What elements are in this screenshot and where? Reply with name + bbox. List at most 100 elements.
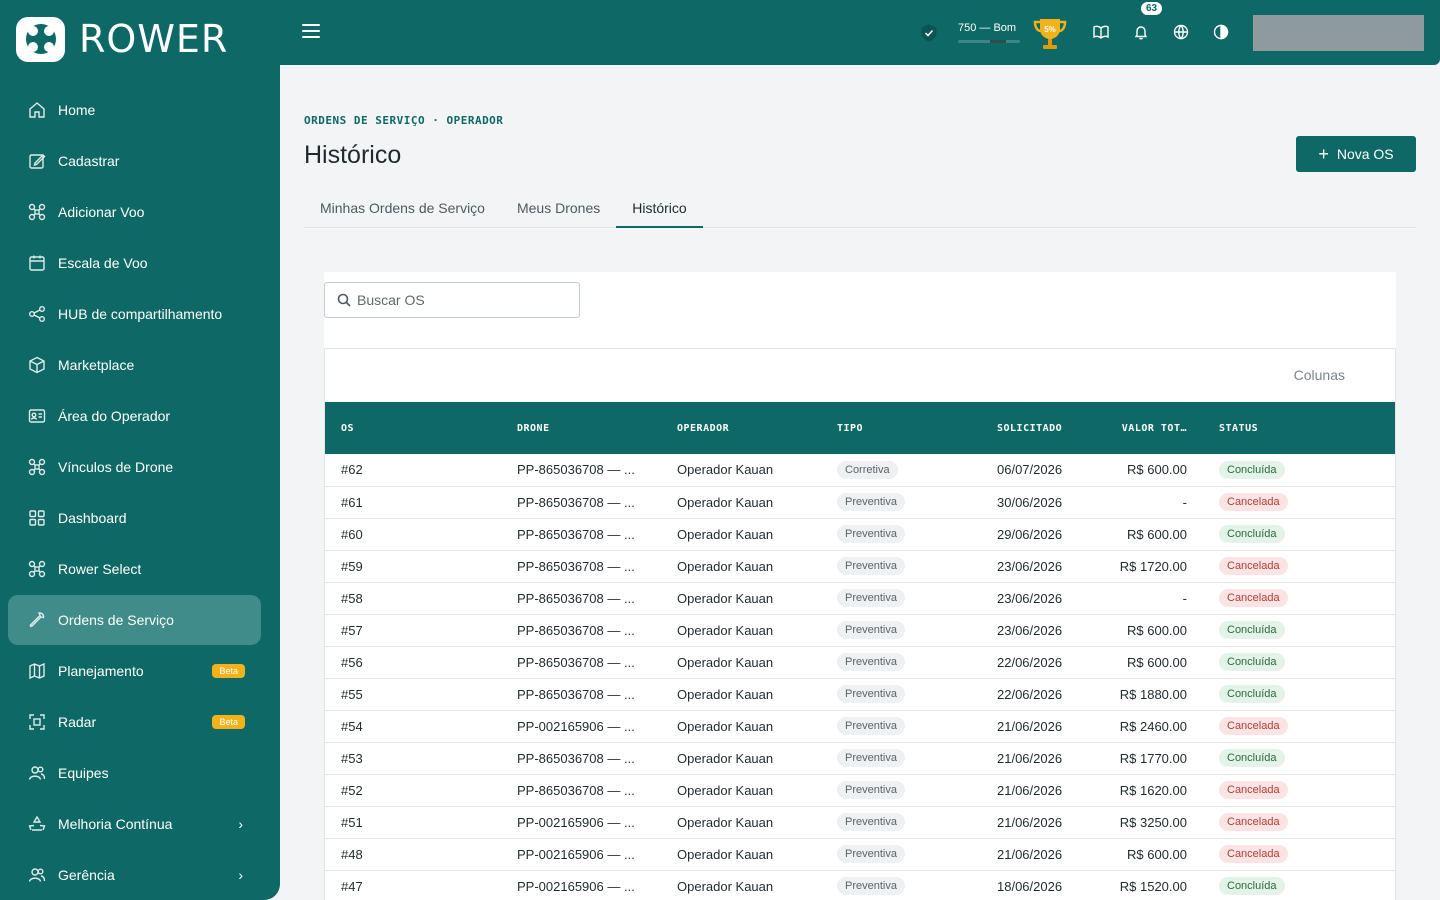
table-row[interactable]: #61 PP-865036708 — ... Operador Kauan Preve… [325, 486, 1395, 518]
tab-minhas-ordens-de-servico[interactable]: Minhas Ordens de Serviço [304, 193, 501, 228]
cell-status: Concluída [1203, 870, 1395, 900]
theme-toggle-icon[interactable] [1213, 24, 1231, 42]
cell-os: #51 [341, 814, 363, 830]
tipo-badge: Preventiva [837, 749, 905, 767]
column-header[interactable]: SOLICITADO [981, 402, 1093, 454]
status-badge: Concluída [1219, 685, 1285, 703]
cell-status: Cancelada [1203, 550, 1395, 582]
cell-drone: PP-002165906 — ... [517, 814, 635, 830]
cell-valor: R$ 1720.00 [1119, 558, 1187, 574]
tab-historico[interactable]: Histórico [616, 193, 703, 228]
cell-solicitado: 18/06/2026 [997, 878, 1063, 894]
beta-badge: Beta [212, 715, 245, 729]
search-icon [337, 293, 351, 307]
column-header[interactable]: OPERADOR [661, 402, 821, 454]
sidebar-item-home[interactable]: Home [8, 85, 261, 135]
table-row[interactable]: #59 PP-865036708 — ... Operador Kauan Preve… [325, 550, 1395, 582]
cell-drone: PP-865036708 — ... [517, 526, 635, 542]
cell-tipo: Preventiva [821, 774, 981, 806]
cell-drone: PP-002165906 — ... [517, 846, 635, 862]
cell-tipo: Preventiva [821, 678, 981, 710]
sidebar-item-rower-select[interactable]: Rower Select [8, 544, 261, 594]
tab-meus-drones[interactable]: Meus Drones [501, 193, 616, 228]
shield-check-icon[interactable] [920, 23, 938, 42]
cell-operador: Operador Kauan [677, 526, 774, 542]
user-menu[interactable] [1253, 14, 1424, 51]
cell-solicitado: 06/07/2026 [997, 462, 1063, 478]
column-header[interactable]: STATUS [1203, 402, 1395, 454]
cell-solicitado: 21/06/2026 [997, 782, 1063, 798]
tipo-badge: Preventiva [837, 845, 905, 863]
table-row[interactable]: #54 PP-002165906 — ... Operador Kauan Preve… [325, 710, 1395, 742]
breadcrumb: ORDENS DE SERVIÇO · OPERADOR [304, 114, 504, 127]
table-row[interactable]: #51 PP-002165906 — ... Operador Kauan Preve… [325, 806, 1395, 838]
table-row[interactable]: #48 PP-002165906 — ... Operador Kauan Preve… [325, 838, 1395, 870]
cell-operador: Operador Kauan [677, 622, 774, 638]
sidebar-item-ordens-de-servico[interactable]: Ordens de Serviço [8, 595, 261, 645]
sidebar-item-marketplace[interactable]: Marketplace [8, 340, 261, 390]
table-row[interactable]: #55 PP-865036708 — ... Operador Kauan Preve… [325, 678, 1395, 710]
table-row[interactable]: #52 PP-865036708 — ... Operador Kauan Preve… [325, 774, 1395, 806]
cell-solicitado: 29/06/2026 [997, 526, 1063, 542]
cell-solicitado: 30/06/2026 [997, 494, 1063, 510]
sidebar-item-radar[interactable]: Radar Beta [8, 697, 261, 747]
cell-valor: R$ 1770.00 [1119, 750, 1187, 766]
score-bar-fill [990, 40, 1006, 43]
cell-valor: - [1182, 494, 1187, 510]
menu-toggle-icon[interactable] [302, 24, 320, 40]
drone-icon [28, 560, 46, 578]
table-row[interactable]: #60 PP-865036708 — ... Operador Kauan Preve… [325, 518, 1395, 550]
status-badge: Concluída [1219, 525, 1285, 543]
sidebar-item-area-do-operador[interactable]: Área do Operador [8, 391, 261, 441]
table-row[interactable]: #53 PP-865036708 — ... Operador Kauan Preve… [325, 742, 1395, 774]
sidebar-item-vinculos-de-drone[interactable]: Vínculos de Drone [8, 442, 261, 492]
sidebar-item-escala-de-voo[interactable]: Escala de Voo [8, 238, 261, 288]
column-header[interactable]: VALOR TOT… [1093, 402, 1203, 454]
sidebar-item-planejamento[interactable]: Planejamento Beta [8, 646, 261, 696]
tipo-badge: Preventiva [837, 781, 905, 799]
cell-tipo: Preventiva [821, 742, 981, 774]
cell-operador: Operador Kauan [677, 846, 774, 862]
book-icon[interactable] [1093, 24, 1111, 42]
bell-icon[interactable]: 63 [1133, 1, 1163, 42]
brand[interactable]: ROWER [0, 0, 280, 78]
sidebar-item-equipes[interactable]: Equipes [8, 748, 261, 798]
tipo-badge: Preventiva [837, 589, 905, 607]
search-input[interactable]: Buscar OS [324, 282, 580, 318]
table-row[interactable]: #57 PP-865036708 — ... Operador Kauan Preve… [325, 614, 1395, 646]
table-row[interactable]: #62 PP-865036708 — ... Operador Kauan Corre… [325, 454, 1395, 486]
cell-os: #53 [341, 750, 363, 766]
cell-valor: R$ 600.00 [1127, 654, 1187, 670]
table-row[interactable]: #56 PP-865036708 — ... Operador Kauan Preve… [325, 646, 1395, 678]
table-row[interactable]: #47 PP-002165906 — ... Operador Kauan Preve… [325, 870, 1395, 900]
beta-badge: Beta [212, 664, 245, 678]
cell-tipo: Preventiva [821, 710, 981, 742]
column-header[interactable]: TIPO [821, 402, 981, 454]
cell-drone: PP-865036708 — ... [517, 462, 635, 478]
cell-operador: Operador Kauan [677, 686, 774, 702]
column-header[interactable]: OS [325, 402, 501, 454]
table-row[interactable]: #58 PP-865036708 — ... Operador Kauan Preve… [325, 582, 1395, 614]
cell-status: Concluída [1203, 614, 1395, 646]
cell-os: #60 [341, 526, 363, 542]
score-indicator[interactable]: 750 — Bom [958, 22, 1020, 43]
new-os-button[interactable]: + Nova OS [1296, 136, 1416, 172]
sidebar-item-label: Home [58, 102, 96, 118]
sidebar-item-hub-de-compartilhamento[interactable]: HUB de compartilhamento [8, 289, 261, 339]
sidebar-item-melhoria-continua[interactable]: Melhoria Contínua › [8, 799, 261, 849]
sidebar-item-gerencia[interactable]: Gerência › [8, 850, 261, 900]
column-header[interactable]: DRONE [501, 402, 661, 454]
cell-status: Cancelada [1203, 774, 1395, 806]
tipo-badge: Preventiva [837, 717, 905, 735]
page-title: Histórico [304, 141, 402, 169]
columns-button[interactable]: Colunas [1294, 367, 1345, 383]
cell-solicitado: 21/06/2026 [997, 814, 1063, 830]
sidebar-item-label: Planejamento [58, 663, 144, 679]
notification-count: 63 [1141, 1, 1163, 15]
sidebar-item-dashboard[interactable]: Dashboard [8, 493, 261, 543]
globe-icon[interactable] [1173, 24, 1191, 42]
sidebar-item-adicionar-voo[interactable]: Adicionar Voo [8, 187, 261, 237]
sidebar-item-cadastrar[interactable]: Cadastrar [8, 136, 261, 186]
users-icon [28, 866, 46, 884]
trophy-icon[interactable]: 5% [1030, 13, 1070, 53]
